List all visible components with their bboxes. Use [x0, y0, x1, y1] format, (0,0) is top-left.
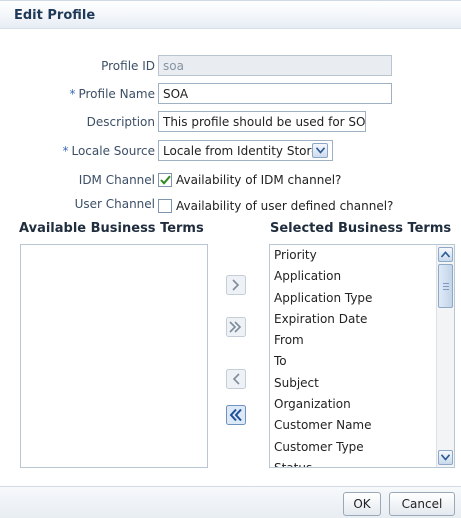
user-channel-checkbox-label: Availability of user defined channel?	[176, 199, 394, 213]
user-channel-row: Availability of user defined channel?	[158, 198, 394, 214]
list-item[interactable]: Organization	[270, 394, 454, 415]
idm-channel-label: IDM Channel	[79, 173, 155, 187]
grip-line	[443, 286, 449, 287]
profile-name-input[interactable]: SOA	[158, 83, 392, 104]
required-marker: *	[69, 87, 76, 101]
locale-source-select[interactable]: Locale from Identity Store	[158, 140, 333, 161]
selected-terms-list[interactable]: Priority Application Application Type Expir…	[269, 244, 455, 468]
list-item[interactable]: Priority	[270, 245, 454, 266]
list-item[interactable]: To	[270, 351, 454, 372]
list-item[interactable]: Status	[270, 458, 454, 467]
grip-line	[443, 283, 449, 284]
list-item[interactable]: Expiration Date	[270, 309, 454, 330]
list-item[interactable]: Customer Type	[270, 437, 454, 458]
move-right-icon[interactable]	[226, 275, 246, 295]
locale-source-value: Locale from Identity Store	[163, 144, 319, 158]
idm-channel-checkbox[interactable]	[158, 172, 172, 187]
profile-name-label-text: Profile Name	[78, 87, 155, 101]
idm-channel-checkbox-label: Availability of IDM channel?	[176, 173, 342, 187]
cancel-button[interactable]: Cancel	[389, 492, 455, 516]
description-label: Description	[87, 115, 155, 129]
move-left-icon[interactable]	[226, 369, 246, 389]
scroll-thumb[interactable]	[438, 264, 453, 308]
dialog-title: Edit Profile	[14, 8, 96, 23]
profile-name-label: * Profile Name	[69, 87, 155, 101]
grip-line	[443, 289, 449, 290]
list-item[interactable]: Subject	[270, 373, 454, 394]
list-item[interactable]: Application	[270, 266, 454, 287]
list-item[interactable]: Customer Name	[270, 415, 454, 436]
user-channel-checkbox[interactable]	[158, 198, 172, 213]
available-terms-list[interactable]	[20, 244, 208, 468]
profile-id-field: soa	[158, 55, 392, 76]
move-all-right-icon[interactable]	[226, 317, 246, 337]
list-item[interactable]: Application Type	[270, 288, 454, 309]
user-channel-label-text: User Channel	[74, 197, 155, 211]
list-item[interactable]: From	[270, 330, 454, 351]
description-input[interactable]: This profile should be used for SOA	[158, 111, 366, 132]
locale-source-label: * Locale Source	[62, 144, 155, 158]
profile-id-label-text: Profile ID	[101, 59, 155, 73]
selected-items-container: Priority Application Application Type Expir…	[270, 245, 454, 467]
move-all-left-icon[interactable]	[226, 405, 246, 425]
user-channel-label: User Channel	[75, 197, 155, 211]
locale-source-label-text: Locale Source	[71, 144, 155, 158]
required-marker: *	[62, 144, 69, 158]
idm-channel-row: Availability of IDM channel?	[158, 172, 342, 188]
ok-button[interactable]: OK	[343, 492, 381, 516]
scroll-down-icon[interactable]	[438, 450, 453, 465]
selected-terms-header: Selected Business Terms	[270, 221, 452, 236]
description-label-text: Description	[86, 115, 155, 129]
selected-list-scrollbar[interactable]	[436, 245, 454, 467]
profile-id-label: Profile ID	[101, 59, 155, 73]
scroll-up-icon[interactable]	[438, 247, 453, 262]
available-terms-header: Available Business Terms	[19, 221, 204, 236]
idm-channel-label-text: IDM Channel	[78, 173, 155, 187]
chevron-down-icon[interactable]	[312, 143, 328, 158]
